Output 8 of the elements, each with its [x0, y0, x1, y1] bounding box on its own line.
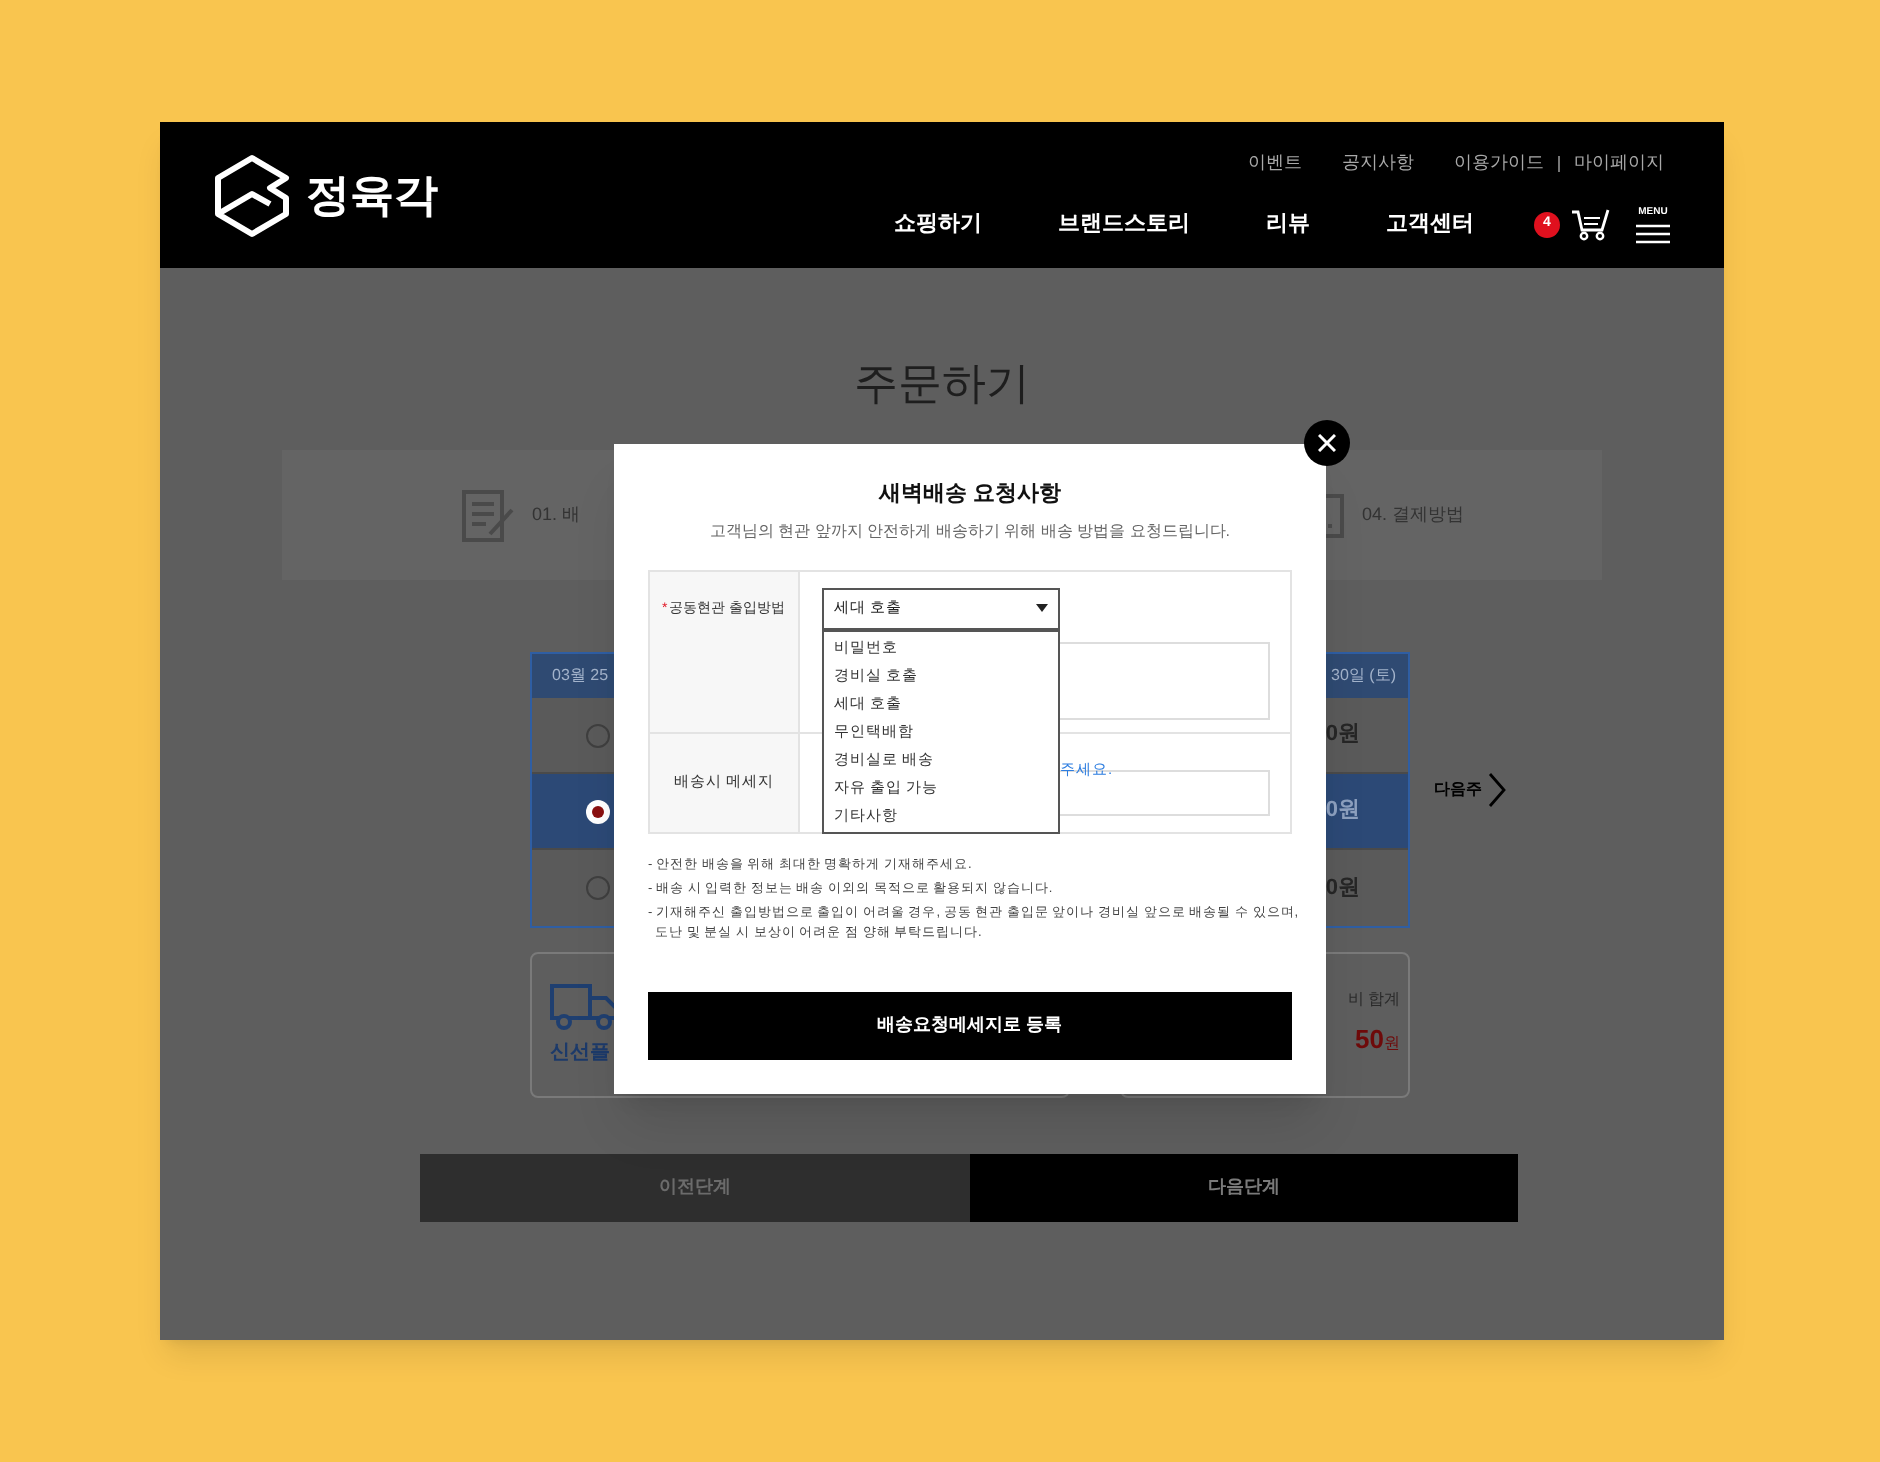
modal-title: 새벽배송 요청사항 — [878, 480, 1062, 510]
date-label: 03월 25 — [552, 664, 609, 688]
modal-subtitle: 고객님의 현관 앞까지 안전하게 배송하기 위해 배송 방법을 요청드립니다. — [709, 519, 1230, 543]
shipping-label: 신선플 — [550, 1040, 612, 1068]
date-label: 30일 (토) — [1331, 664, 1396, 688]
page-title: 주문하기 — [854, 356, 1030, 412]
price-text: 0원 — [1325, 796, 1360, 827]
total-amount: 50원 — [1355, 1021, 1400, 1057]
